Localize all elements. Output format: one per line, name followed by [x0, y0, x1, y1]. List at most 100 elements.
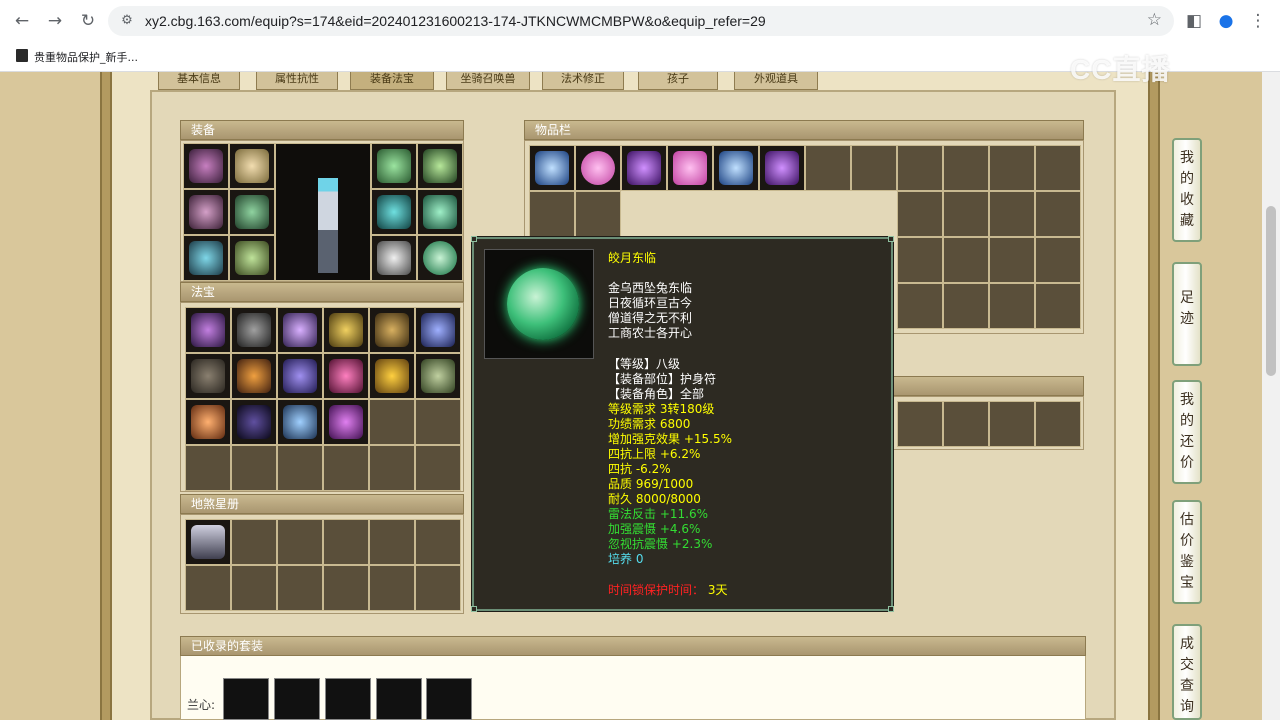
empty-slot [185, 565, 231, 611]
address-bar[interactable]: ⚙ xy2.cbg.163.com/equip?s=174&eid=202401… [108, 6, 1174, 36]
url-text[interactable]: xy2.cbg.163.com/equip?s=174&eid=20240123… [145, 13, 766, 29]
empty-slot [231, 519, 277, 565]
equipment-grid [180, 140, 464, 282]
sidebar-label: 成交查询 [1180, 636, 1194, 715]
treasure-slot[interactable] [185, 399, 231, 445]
equip-slot[interactable] [229, 143, 275, 189]
stat-line: 等级需求 3转180级 [608, 402, 715, 416]
treasure-slot[interactable] [185, 353, 231, 399]
equip-slot[interactable] [229, 189, 275, 235]
equip-slot[interactable] [417, 189, 463, 235]
treasure-icon [329, 313, 363, 347]
inventory-slot[interactable] [759, 145, 805, 191]
inventory-slot[interactable] [667, 145, 713, 191]
treasure-slot[interactable] [415, 353, 461, 399]
tab-basic-info[interactable]: 基本信息 [158, 72, 240, 90]
treasure-icon [375, 313, 409, 347]
character-figure [318, 178, 338, 273]
treasure-slot[interactable] [323, 399, 369, 445]
empty-slot [231, 445, 277, 491]
treasure-slot[interactable] [277, 353, 323, 399]
suit-item[interactable] [274, 678, 320, 720]
tab-attributes[interactable]: 属性抗性 [256, 72, 338, 90]
empty-slot [897, 401, 943, 447]
equip-slot[interactable] [371, 235, 417, 281]
treasure-slot[interactable] [323, 353, 369, 399]
tab-mounts-pets[interactable]: 坐骑召唤兽 [446, 72, 530, 90]
feather-icon [423, 195, 457, 229]
bookmark-star-icon[interactable]: ☆ [1147, 10, 1162, 30]
armor-icon [235, 195, 269, 229]
treasure-slot[interactable] [185, 307, 231, 353]
treasure-slot[interactable] [231, 399, 277, 445]
reload-icon[interactable]: ↻ [76, 9, 100, 33]
treasure-icon [375, 359, 409, 393]
bonus-line: 忽视抗震慑 +2.3% [608, 537, 713, 551]
site-info-icon[interactable]: ⚙ [118, 12, 136, 30]
equip-slot[interactable] [371, 143, 417, 189]
inventory-slot[interactable] [621, 145, 667, 191]
equip-slot[interactable] [183, 189, 229, 235]
equip-slot[interactable] [417, 235, 463, 281]
inventory-slot[interactable] [713, 145, 759, 191]
tab-appearance[interactable]: 外观道具 [734, 72, 818, 90]
empty-slot [323, 445, 369, 491]
empty-slot [1035, 283, 1081, 329]
empty-slot [805, 145, 851, 191]
star-book-slot[interactable] [185, 519, 231, 565]
treasure-slot[interactable] [323, 307, 369, 353]
treasure-slot[interactable] [369, 307, 415, 353]
heart-gem-icon [673, 151, 707, 185]
inventory-slot[interactable] [575, 145, 621, 191]
equip-slot[interactable] [229, 235, 275, 281]
suit-item[interactable] [376, 678, 422, 720]
character-preview [275, 143, 371, 281]
side-panel-icon[interactable]: ◧ [1182, 9, 1206, 33]
treasure-icon [329, 359, 363, 393]
treasure-slot[interactable] [231, 307, 277, 353]
bonus-line: 加强震慑 +4.6% [608, 522, 701, 536]
bookmark-favicon-icon [16, 49, 28, 62]
sidebar-counter-offer-button[interactable]: 我的还价 [1172, 380, 1202, 484]
sidebar-favorites-button[interactable]: 我的收藏 [1172, 138, 1202, 242]
treasure-icon [421, 313, 455, 347]
equip-slot[interactable] [417, 143, 463, 189]
tab-spell-mods[interactable]: 法术修正 [542, 72, 624, 90]
scroll-thumb[interactable] [1266, 206, 1276, 376]
sidebar-history-button[interactable]: 足迹 [1172, 262, 1202, 366]
profile-icon[interactable]: ● [1214, 9, 1238, 33]
empty-slot [323, 565, 369, 611]
treasure-slot[interactable] [231, 353, 277, 399]
tab-children[interactable]: 孩子 [638, 72, 718, 90]
treasure-slot[interactable] [369, 353, 415, 399]
treasure-slot[interactable] [415, 307, 461, 353]
page-scrollbar[interactable] [1262, 72, 1280, 720]
tab-equipment[interactable]: 装备法宝 [350, 72, 434, 90]
suit-item[interactable] [223, 678, 269, 720]
back-arrow-icon[interactable]: ← [10, 9, 34, 33]
inventory-slot[interactable] [529, 145, 575, 191]
sidebar-deal-query-button[interactable]: 成交查询 [1172, 624, 1202, 720]
empty-slot [1035, 237, 1081, 283]
suit-item[interactable] [325, 678, 371, 720]
helmet-icon [235, 149, 269, 183]
equip-slot[interactable] [183, 143, 229, 189]
forward-arrow-icon[interactable]: → [43, 9, 67, 33]
empty-slot [943, 237, 989, 283]
equip-slot[interactable] [371, 189, 417, 235]
moon-amulet-icon [423, 241, 457, 275]
empty-slot [415, 445, 461, 491]
menu-dots-icon[interactable]: ⋮ [1246, 9, 1270, 33]
suit-item[interactable] [426, 678, 472, 720]
sidebar-label: 我的收藏 [1180, 150, 1194, 229]
treasure-slot[interactable] [277, 307, 323, 353]
tooltip-corner [471, 606, 477, 612]
sidebar-appraisal-button[interactable]: 估价鉴宝 [1172, 500, 1202, 604]
treasure-icon [191, 313, 225, 347]
empty-slot [897, 145, 943, 191]
stat-line: 功绩需求 6800 [608, 417, 691, 431]
bookmark-item[interactable]: 贵重物品保护_新手... [34, 49, 138, 65]
treasure-slot[interactable] [277, 399, 323, 445]
page-right-border [1148, 72, 1160, 720]
equip-slot[interactable] [183, 235, 229, 281]
